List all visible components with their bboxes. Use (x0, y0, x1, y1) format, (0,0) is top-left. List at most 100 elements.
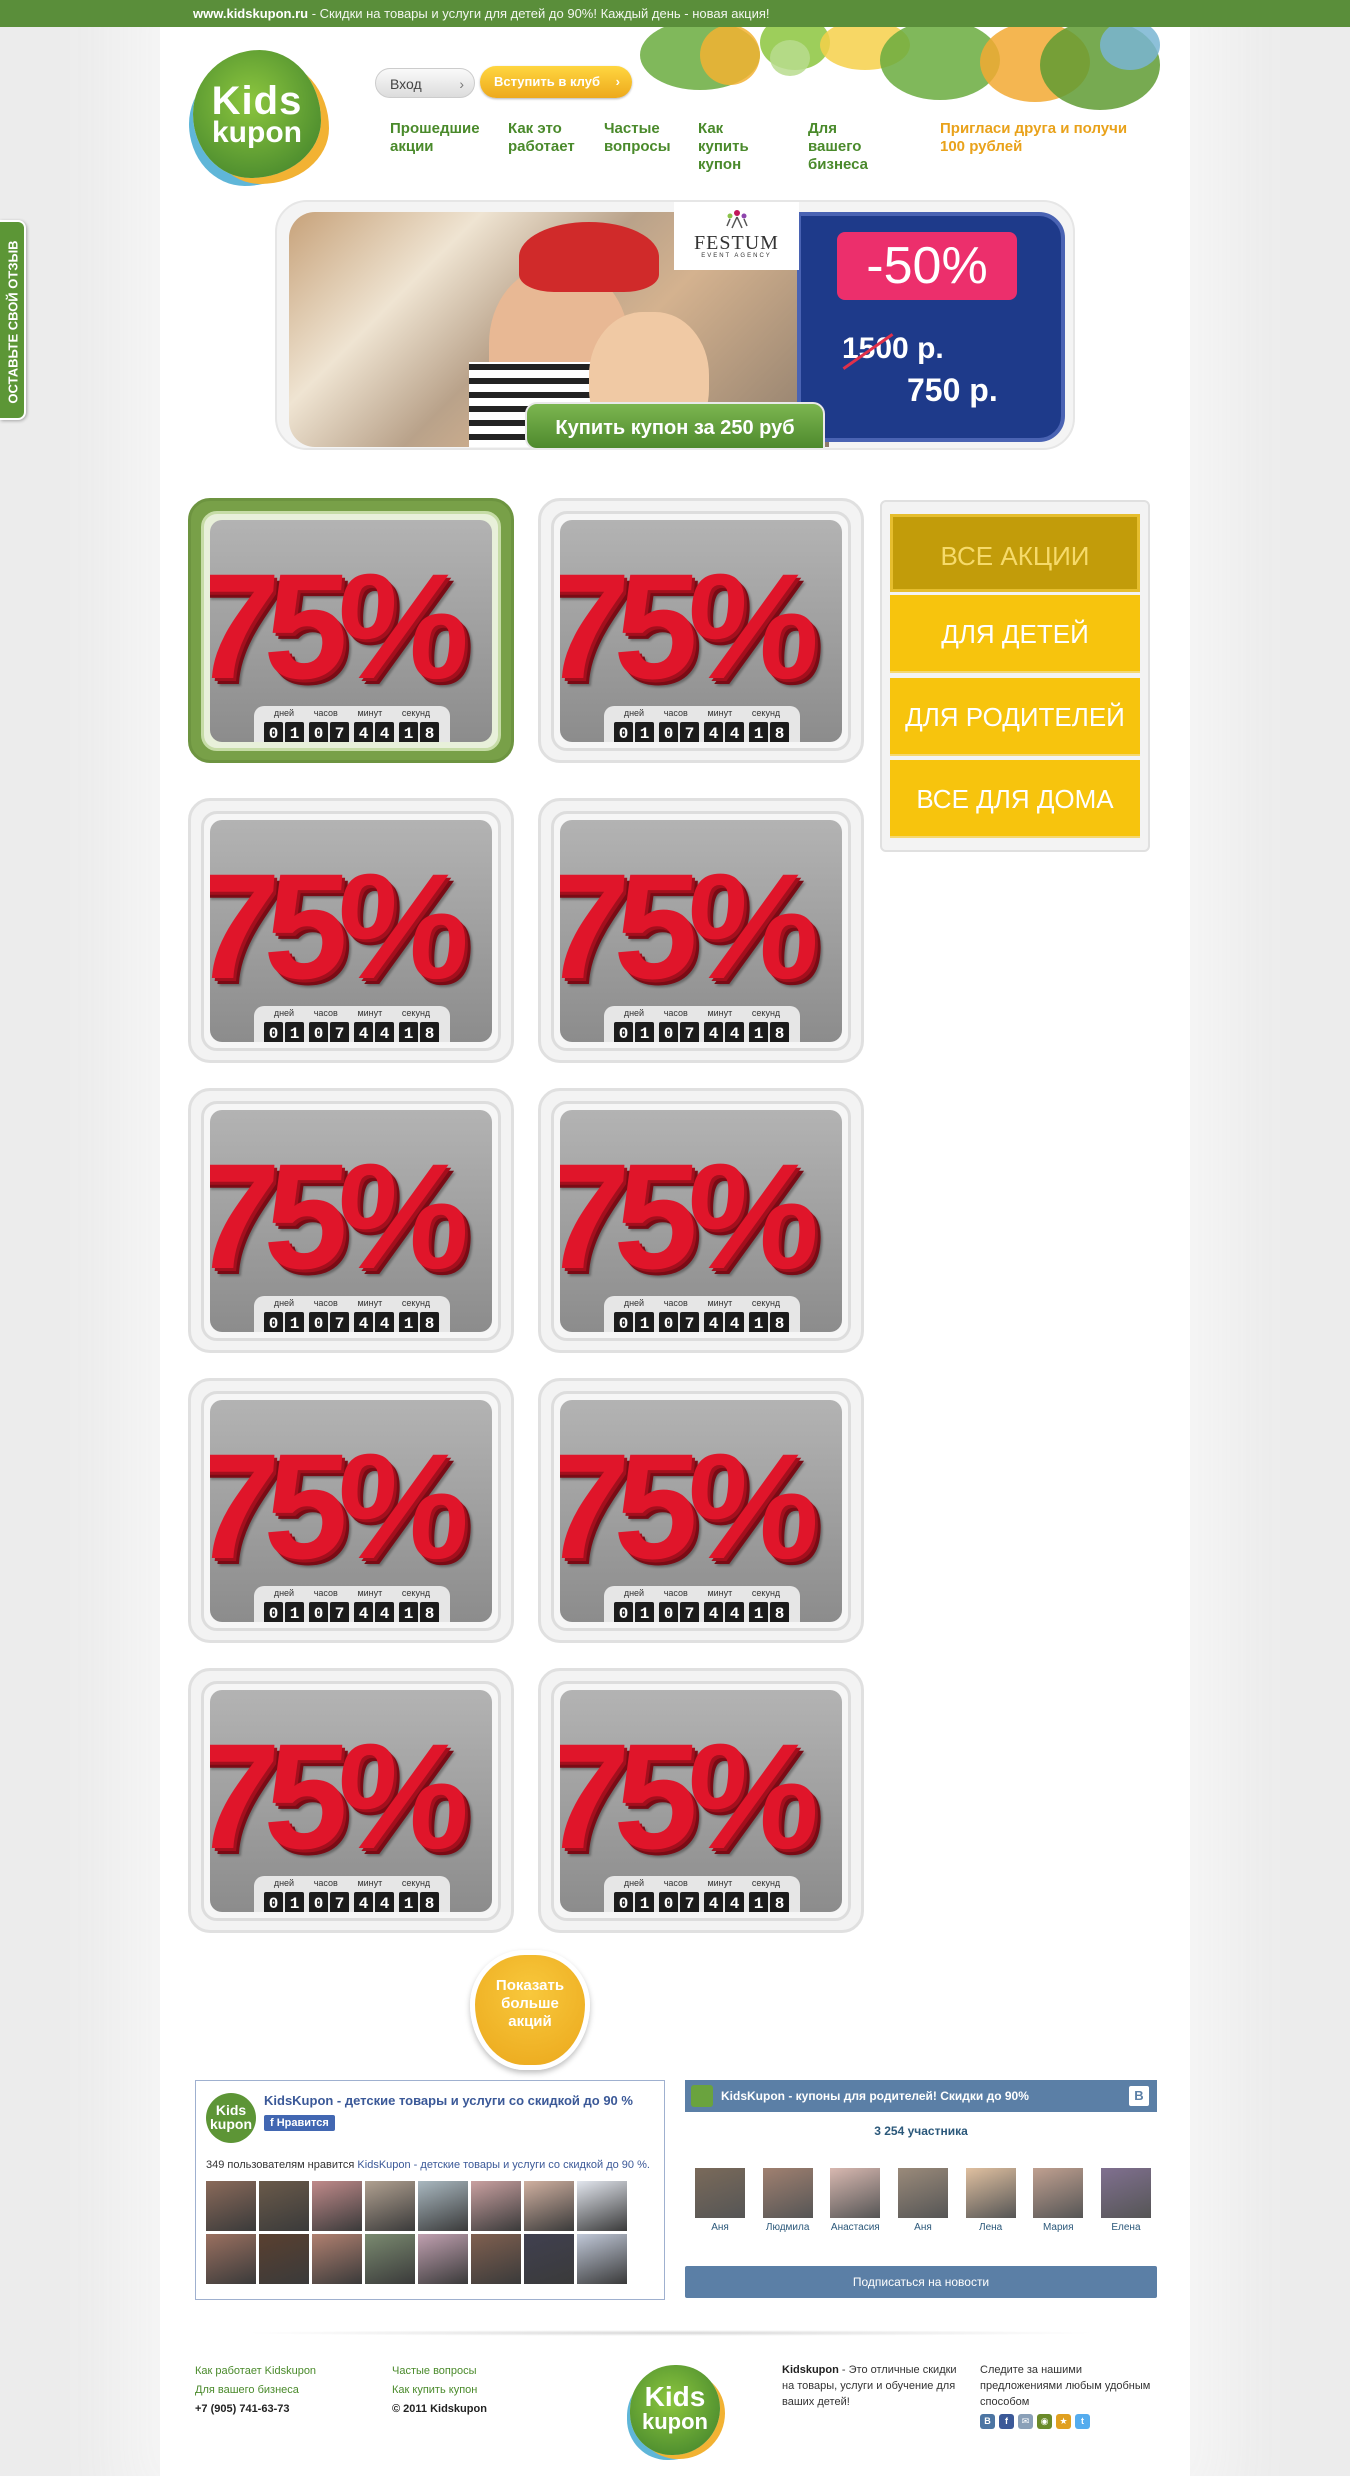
vk-member-photo[interactable] (762, 2168, 813, 2218)
deal-card[interactable]: 75% дней часов минут секунд 01074418 (188, 1668, 514, 1933)
fb-fan-avatar[interactable] (312, 2234, 362, 2284)
vk-member[interactable]: Людмила (761, 2168, 815, 2233)
vk-member-name[interactable]: Мария (1043, 2222, 1074, 2233)
vk-member[interactable]: Елена (1099, 2168, 1153, 2233)
fb-count-link[interactable]: KidsKupon - детские товары и услуги со с… (357, 2159, 650, 2171)
timer-digit: 4 (704, 722, 723, 742)
fb-fan-avatar[interactable] (524, 2234, 574, 2284)
category-kids[interactable]: ДЛЯ ДЕТЕЙ (890, 595, 1140, 673)
mail-icon[interactable]: ✉ (1018, 2414, 1033, 2429)
deal-card[interactable]: 75% дней часов минут секунд 01074418 (538, 1378, 864, 1643)
timer-digit: 0 (309, 1022, 328, 1042)
vk-logo-icon[interactable]: B (1129, 2086, 1149, 2106)
vk-icon[interactable]: B (980, 2414, 995, 2429)
nav-for-business[interactable]: Для вашего бизнеса (808, 120, 868, 174)
social-icons: Bf ✉ ◉ ★ t (980, 2414, 1160, 2429)
fb-fan-avatar[interactable] (312, 2181, 362, 2231)
facebook-icon[interactable]: f (999, 2414, 1014, 2429)
category-all[interactable]: ВСЕ АКЦИИ (890, 514, 1140, 592)
deal-image[interactable]: 75% дней часов минут секунд 01074418 (210, 520, 492, 742)
vk-member-name[interactable]: Людмила (766, 2222, 810, 2233)
invite-friend-link[interactable]: Пригласи друга и получи 100 рублей (940, 120, 1127, 156)
category-parents[interactable]: ДЛЯ РОДИТЕЛЕЙ (890, 678, 1140, 756)
site-url[interactable]: www.kidskupon.ru (193, 6, 308, 21)
fb-fan-avatar[interactable] (418, 2234, 468, 2284)
deal-image[interactable]: 75% дней часов минут секунд 01074418 (210, 820, 492, 1042)
vk-member-name[interactable]: Лена (979, 2222, 1002, 2233)
vk-member-name[interactable]: Аня (914, 2222, 932, 2233)
fb-page-logo[interactable]: Kids kupon (206, 2093, 256, 2143)
deal-image[interactable]: 75% дней часов минут секунд 01074418 (560, 820, 842, 1042)
fb-fan-avatar[interactable] (577, 2181, 627, 2231)
fb-fan-avatar[interactable] (206, 2234, 256, 2284)
timer-digit: 4 (704, 1022, 723, 1042)
promo-banner[interactable]: FESTUM EVENT AGENCY -50% 1500 р. 750 р. … (275, 200, 1075, 450)
nav-how-it-works[interactable]: Как это работает (508, 120, 575, 156)
vk-member-name[interactable]: Аня (711, 2222, 729, 2233)
footer-link-how-to-buy[interactable]: Как купить купон (392, 2381, 487, 2400)
nav-faq[interactable]: Частые вопросы (604, 120, 671, 156)
fb-fan-avatar[interactable] (259, 2234, 309, 2284)
timer-digit: 8 (770, 1892, 789, 1912)
vk-member-photo[interactable] (695, 2168, 745, 2218)
show-more-button[interactable]: Показать больше акций (470, 1950, 590, 2070)
fb-fan-avatar[interactable] (418, 2181, 468, 2231)
deal-image[interactable]: 75% дней часов минут секунд 01074418 (560, 520, 842, 742)
feedback-tab[interactable]: ОСТАВЬТЕ СВОЙ ОТЗЫВ (0, 220, 26, 420)
footer-link-business[interactable]: Для вашего бизнеса (195, 2381, 316, 2400)
vk-member-photo[interactable] (897, 2168, 948, 2218)
fb-fan-avatar[interactable] (471, 2181, 521, 2231)
fb-fan-avatar[interactable] (577, 2234, 627, 2284)
fb-page-title[interactable]: KidsKupon - детские товары и услуги со с… (264, 2093, 633, 2108)
fb-fan-avatar[interactable] (259, 2181, 309, 2231)
nav-past-deals[interactable]: Прошедшие акции (390, 120, 480, 156)
deal-image[interactable]: 75% дней часов минут секунд 01074418 (560, 1110, 842, 1332)
fb-fan-avatar[interactable] (206, 2181, 256, 2231)
vk-member-photo[interactable] (1033, 2168, 1084, 2218)
odnoklassniki-icon[interactable]: ◉ (1037, 2414, 1052, 2429)
fb-fan-avatar[interactable] (471, 2234, 521, 2284)
vk-members-count[interactable]: 3 254 участника (685, 2124, 1157, 2138)
star-icon[interactable]: ★ (1056, 2414, 1071, 2429)
deal-card[interactable]: 75% дней часов минут секунд 01074418 (188, 1088, 514, 1353)
category-home[interactable]: ВСЕ ДЛЯ ДОМА (890, 760, 1140, 838)
join-club-button[interactable]: Вступить в клуб (480, 66, 632, 98)
footer-link-faq[interactable]: Частые вопросы (392, 2362, 487, 2381)
deal-card[interactable]: 75% дней часов минут секунд 01074418 (538, 1088, 864, 1353)
vk-member[interactable]: Лена (964, 2168, 1018, 2233)
vk-member-name[interactable]: Анастасия (831, 2222, 880, 2233)
fb-like-button[interactable]: f Нравится (264, 2115, 335, 2131)
deal-card[interactable]: 75% дней часов минут секунд 01074418 (188, 798, 514, 1063)
deal-card[interactable]: 75% дней часов минут секунд 01074418 (188, 498, 514, 763)
fb-fan-avatar[interactable] (365, 2234, 415, 2284)
vk-group-avatar[interactable] (691, 2085, 713, 2107)
vk-member-photo[interactable] (965, 2168, 1016, 2218)
buy-coupon-button[interactable]: Купить купон за 250 руб (525, 402, 825, 450)
deal-card[interactable]: 75% дней часов минут секунд 01074418 (538, 1668, 864, 1933)
deal-image[interactable]: 75% дней часов минут секунд 01074418 (560, 1400, 842, 1622)
fb-fan-avatar[interactable] (524, 2181, 574, 2231)
vk-member[interactable]: Аня (896, 2168, 950, 2233)
vk-member[interactable]: Анастасия (828, 2168, 882, 2233)
vk-title[interactable]: KidsKupon - купоны для родителей! Скидки… (721, 2089, 1029, 2103)
vk-member-photo[interactable] (1100, 2168, 1151, 2218)
deal-image[interactable]: 75% дней часов минут секунд 01074418 (210, 1110, 492, 1332)
deal-card[interactable]: 75% дней часов минут секунд 01074418 (538, 498, 864, 763)
twitter-icon[interactable]: t (1075, 2414, 1090, 2429)
timer-digit: 1 (285, 722, 304, 742)
deal-image[interactable]: 75% дней часов минут секунд 01074418 (560, 1690, 842, 1912)
vk-subscribe-button[interactable]: Подписаться на новости (685, 2266, 1157, 2298)
footer-link-how-it-works[interactable]: Как работает Kidskupon (195, 2362, 316, 2381)
login-button[interactable]: Вход (375, 68, 475, 99)
vk-member[interactable]: Мария (1031, 2168, 1085, 2233)
vk-member[interactable]: Аня (693, 2168, 747, 2233)
deal-image[interactable]: 75% дней часов минут секунд 01074418 (210, 1690, 492, 1912)
site-logo[interactable]: Kids kupon (193, 50, 321, 178)
vk-member-photo[interactable] (830, 2168, 881, 2218)
deal-image[interactable]: 75% дней часов минут секунд 01074418 (210, 1400, 492, 1622)
vk-member-name[interactable]: Елена (1111, 2222, 1140, 2233)
nav-how-to-buy[interactable]: Как купить купон (698, 120, 749, 174)
deal-card[interactable]: 75% дней часов минут секунд 01074418 (188, 1378, 514, 1643)
deal-card[interactable]: 75% дней часов минут секунд 01074418 (538, 798, 864, 1063)
fb-fan-avatar[interactable] (365, 2181, 415, 2231)
